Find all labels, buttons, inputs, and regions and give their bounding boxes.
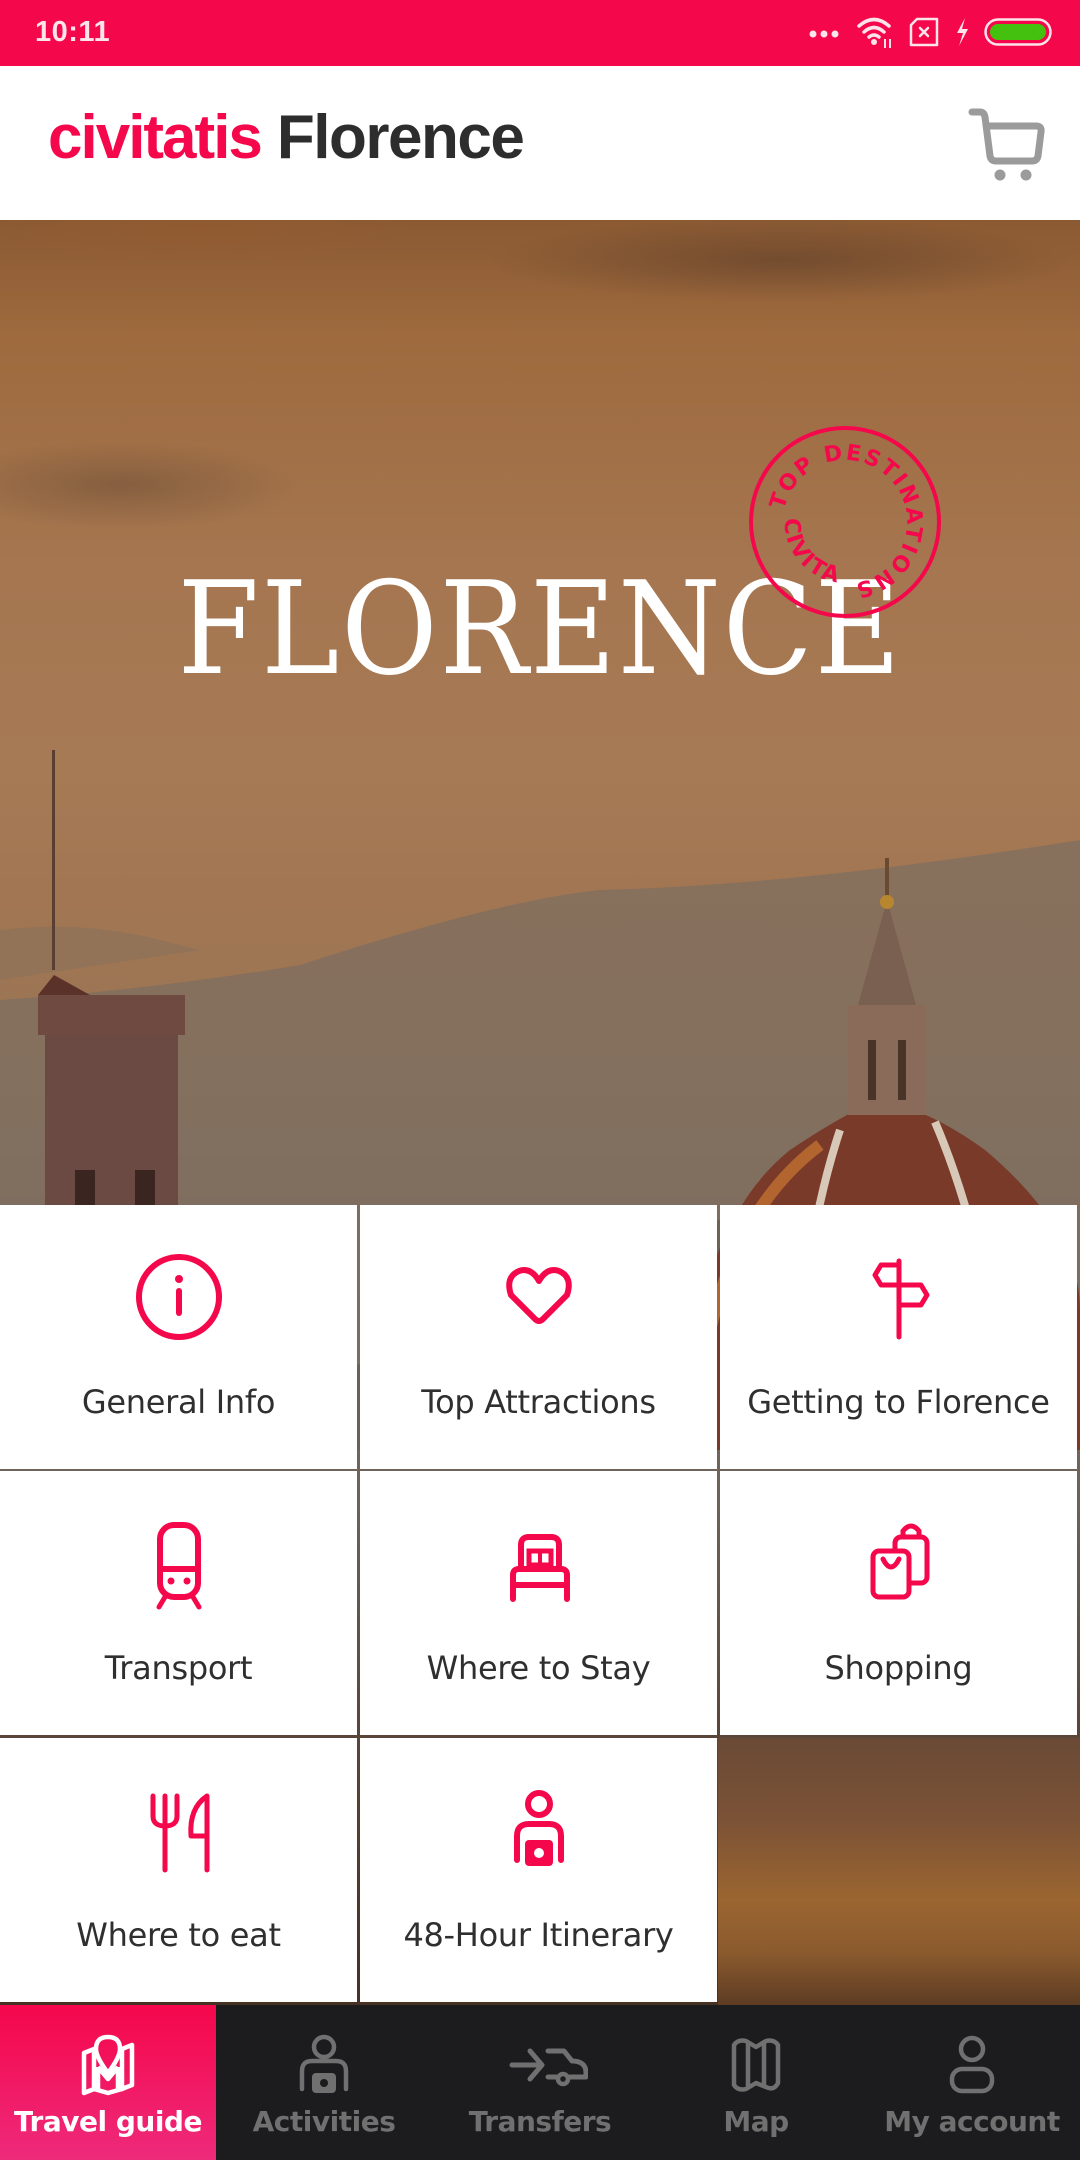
nav-label: Travel guide	[14, 2105, 202, 2138]
cart-icon	[968, 108, 1045, 181]
tile-48-hour-itinerary[interactable]: 48-Hour Itinerary	[360, 1738, 717, 2002]
fork-knife-icon	[150, 1793, 209, 1873]
tile-where-to-stay[interactable]: Where to Stay	[360, 1471, 717, 1735]
civitatis-logo: civitatis	[48, 103, 263, 172]
info-icon	[135, 1254, 222, 1340]
tourist-camera-icon	[513, 1790, 564, 1866]
nav-transfers[interactable]: Transfers	[432, 2005, 648, 2160]
rooftops-image	[718, 1738, 1080, 2008]
more-dots-icon	[809, 30, 839, 38]
bed-icon	[509, 1534, 570, 1602]
nav-activities[interactable]: Activities	[216, 2005, 432, 2160]
user-icon	[949, 2035, 995, 2094]
nav-travel-guide[interactable]: Travel guide	[0, 2005, 216, 2160]
tile-label: Getting to Florence	[747, 1383, 1050, 1421]
status-time: 10:11	[35, 16, 111, 48]
tile-label: Where to eat	[76, 1916, 281, 1954]
tile-top-attractions[interactable]: Top Attractions	[360, 1205, 717, 1469]
tile-label: Shopping	[824, 1649, 973, 1687]
nav-map[interactable]: Map	[648, 2005, 864, 2160]
tile-label: 48-Hour Itinerary	[403, 1916, 674, 1954]
heart-icon	[505, 1267, 572, 1324]
transfer-car-icon	[509, 2048, 588, 2087]
charging-icon	[957, 18, 968, 46]
tile-label: Where to Stay	[426, 1649, 651, 1687]
tile-transport[interactable]: Transport	[0, 1471, 357, 1735]
nav-label: Map	[723, 2105, 789, 2138]
tile-where-to-eat[interactable]: Where to eat	[0, 1738, 357, 2002]
hero-cloud	[0, 440, 300, 530]
nav-label: My account	[884, 2105, 1060, 2138]
tile-getting-to-florence[interactable]: Getting to Florence	[720, 1205, 1077, 1469]
nav-my-account[interactable]: My account	[864, 2005, 1080, 2160]
app-header: civitatis Florence	[0, 66, 1080, 220]
status-bar: 10:11	[0, 0, 1080, 66]
tile-label: Top Attractions	[421, 1383, 656, 1421]
battery-icon	[984, 18, 1052, 46]
tile-shopping[interactable]: Shopping	[720, 1471, 1077, 1735]
tile-general-info[interactable]: General Info	[0, 1205, 357, 1469]
nav-label: Transfers	[468, 2105, 612, 2138]
bottom-navigation: Travel guide Activities Transfers Map My…	[0, 2005, 1080, 2160]
signpost-icon	[872, 1258, 929, 1340]
nav-label: Activities	[252, 2105, 396, 2138]
map-icon	[731, 2038, 781, 2092]
wifi-icon	[857, 17, 891, 48]
city-title: Florence	[276, 103, 525, 172]
hero-clouds	[0, 220, 1080, 320]
tourist-camera-icon	[299, 2034, 349, 2093]
train-icon	[156, 1522, 201, 1610]
shopping-bags-icon	[870, 1523, 929, 1600]
tile-label: Transport	[104, 1649, 253, 1687]
cart-button[interactable]	[966, 104, 1046, 184]
map-pin-icon	[81, 2034, 135, 2096]
brand-title: civitatis Florence	[48, 102, 525, 173]
top-destinations-badge: TOP DESTINATIONS CIVITATIS	[745, 422, 941, 618]
status-icons	[808, 14, 1052, 50]
no-sim-icon	[909, 17, 939, 47]
tile-label: General Info	[81, 1383, 276, 1421]
